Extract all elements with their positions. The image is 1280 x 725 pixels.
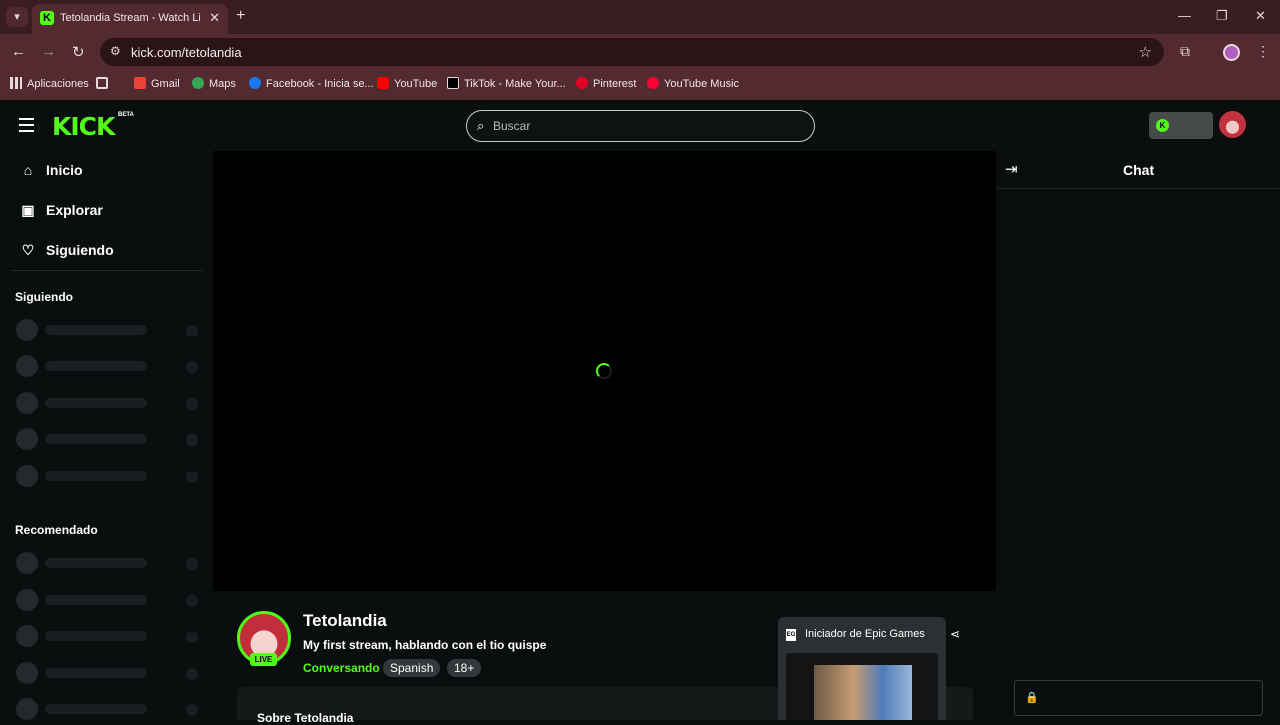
sidebar-item-explorar[interactable]: ▣ Explorar — [18, 202, 102, 226]
tag-language[interactable]: Spanish — [383, 659, 441, 677]
streamer-name[interactable]: Tetolandia — [303, 611, 387, 631]
thumbnail-artwork — [814, 665, 912, 720]
browser-menu-icon[interactable]: ⋮ — [1256, 43, 1270, 60]
facebook-icon — [249, 77, 261, 89]
skeleton-row — [16, 355, 200, 377]
minimize-icon[interactable]: — — [1178, 8, 1191, 23]
extensions-icon[interactable]: ⧉ — [1180, 43, 1190, 60]
about-heading: Sobre Tetolandia — [257, 711, 354, 725]
window-close-icon[interactable]: ✕ — [1255, 8, 1266, 24]
youtube-icon — [377, 77, 389, 89]
youtube-music-icon — [647, 77, 659, 89]
restore-icon[interactable]: ❐ — [1216, 8, 1228, 24]
tag-mature[interactable]: 18+ — [447, 659, 482, 677]
bookmark-facebook[interactable]: Facebook - Inicia se... — [249, 77, 374, 90]
kick-favicon-icon: K — [40, 11, 54, 25]
browser-tab-active[interactable]: K Tetolandia Stream - Watch Live ✕ — [32, 4, 228, 34]
bookmark-tiktok[interactable]: TikTok - Make Your... — [447, 77, 566, 90]
skeleton-row — [16, 465, 200, 487]
video-player[interactable] — [213, 151, 996, 591]
pinterest-icon — [576, 77, 588, 89]
chat-title: Chat — [1123, 162, 1155, 178]
skeleton-row — [16, 589, 200, 611]
new-tab-button[interactable]: + — [236, 7, 245, 25]
loading-spinner-icon — [596, 363, 612, 379]
browser-toolbar: ← → ↻ ⚙ kick.com/tetolandia ☆ ⧉ ⋮ — [0, 34, 1280, 70]
kicks-button[interactable]: K — [1149, 112, 1213, 139]
gmail-icon — [134, 77, 146, 89]
skeleton-row — [16, 625, 200, 647]
bookmarks-bar: Aplicaciones Gmail Maps Facebook - Inici… — [0, 70, 1280, 100]
user-avatar[interactable] — [1219, 111, 1246, 138]
back-icon[interactable]: ← — [11, 43, 26, 60]
bookmark-pinterest[interactable]: Pinterest — [576, 77, 636, 90]
chat-header: ⇥ Chat — [997, 151, 1280, 189]
epic-games-icon: EG — [786, 629, 796, 641]
beta-badge: BETA — [118, 112, 134, 118]
sidebar-item-siguiendo[interactable]: ♡ Siguiendo — [18, 242, 114, 266]
home-icon: ⌂ — [23, 162, 33, 178]
search-box[interactable]: ⌕ — [466, 110, 815, 142]
collapse-chat-icon[interactable]: ⇥ — [1005, 160, 1018, 178]
sidebar-item-inicio[interactable]: ⌂ Inicio — [18, 162, 83, 186]
bookmark-apps[interactable]: Aplicaciones — [10, 77, 89, 90]
address-bar[interactable]: ⚙ kick.com/tetolandia ☆ — [100, 38, 1164, 66]
live-badge: LIVE — [250, 653, 277, 666]
tiktok-icon — [447, 77, 459, 89]
stream-category[interactable]: Conversando — [303, 661, 380, 675]
bookmark-grid[interactable] — [96, 77, 113, 90]
menu-icon[interactable] — [19, 118, 34, 136]
tab-title: Tetolandia Stream - Watch Live — [60, 12, 200, 24]
maps-icon — [192, 77, 204, 89]
heart-icon: ♡ — [21, 242, 35, 258]
tab-close-icon[interactable]: ✕ — [209, 10, 220, 26]
popup-title: Iniciador de Epic Games — [805, 628, 925, 640]
kick-logo[interactable]: KICK — [52, 112, 115, 141]
share-icon[interactable]: ⋖ — [950, 627, 960, 641]
reload-icon[interactable]: ↻ — [72, 43, 85, 61]
sidebar-divider — [10, 270, 203, 271]
kick-coin-icon: K — [1156, 119, 1169, 132]
window-thumbnail[interactable] — [786, 653, 938, 720]
epic-games-preview-popup[interactable]: EG Iniciador de Epic Games — [778, 617, 946, 720]
browser-profile-avatar[interactable] — [1223, 44, 1240, 61]
kick-page: KICK BETA ⌕ K ⌂Inicio ▣Explorar ♡Siguien… — [0, 100, 1280, 725]
bookmark-star-icon[interactable]: ☆ — [1139, 43, 1152, 61]
search-input[interactable] — [493, 117, 793, 135]
skeleton-row — [16, 428, 200, 450]
grid-icon — [96, 77, 108, 89]
chat-input[interactable]: 🔒 — [1014, 680, 1263, 716]
bookmark-gmail[interactable]: Gmail — [134, 77, 180, 90]
site-info-icon[interactable]: ⚙ — [110, 44, 121, 58]
skeleton-row — [16, 319, 200, 341]
skeleton-row — [16, 698, 200, 720]
skeleton-row — [16, 552, 200, 574]
recommended-heading: Recomendado — [15, 523, 98, 537]
url-text[interactable]: kick.com/tetolandia — [131, 45, 242, 60]
explore-icon: ▣ — [21, 202, 35, 218]
stream-title: My first stream, hablando con el tio qui… — [303, 638, 547, 652]
forward-icon[interactable]: → — [41, 43, 56, 60]
bookmark-youtube-music[interactable]: YouTube Music — [647, 77, 739, 90]
following-heading: Siguiendo — [15, 290, 73, 304]
apps-grid-icon — [10, 77, 22, 89]
bookmark-maps[interactable]: Maps — [192, 77, 236, 90]
tab-search-button[interactable]: ▾ — [6, 7, 28, 27]
browser-tab-strip: ▾ K Tetolandia Stream - Watch Live ✕ + —… — [0, 0, 1280, 34]
bookmark-youtube[interactable]: YouTube — [377, 77, 437, 90]
search-icon: ⌕ — [477, 118, 485, 133]
lock-icon: 🔒 — [1025, 692, 1039, 704]
skeleton-row — [16, 662, 200, 684]
skeleton-row — [16, 392, 200, 414]
